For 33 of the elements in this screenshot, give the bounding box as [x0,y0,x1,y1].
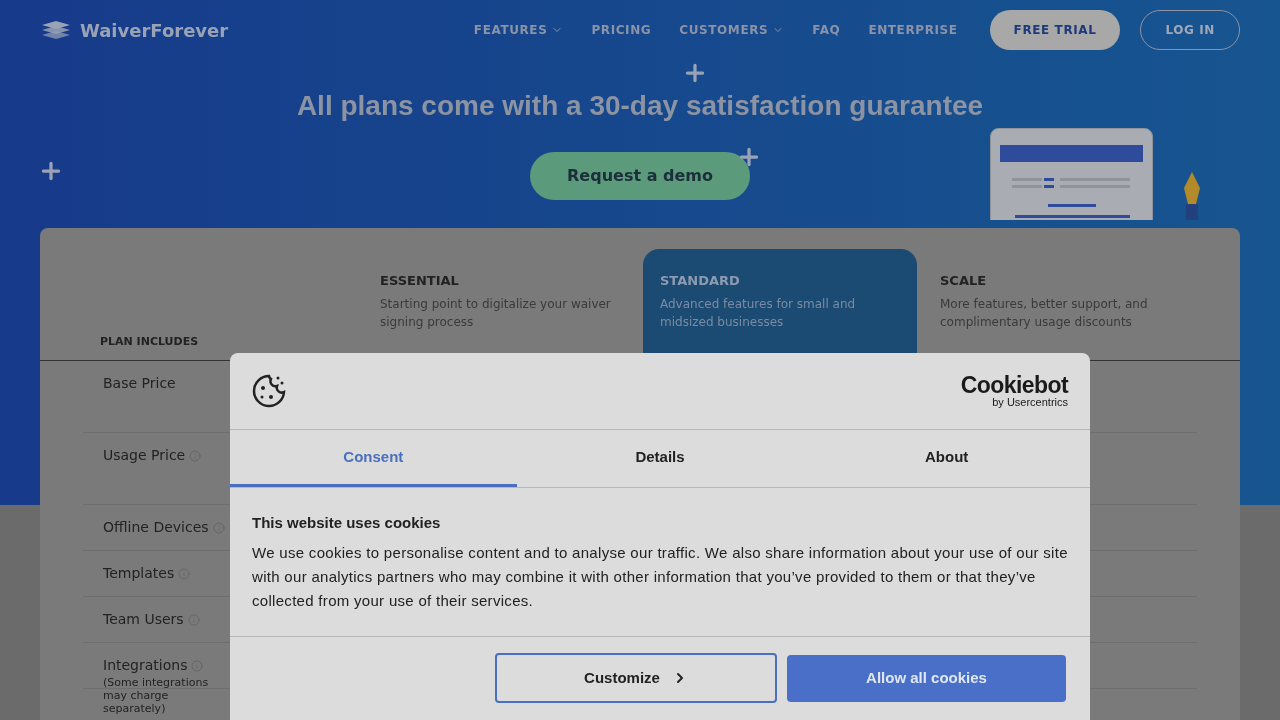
dialog-tab[interactable]: Consent [230,430,517,487]
nav-link[interactable]: PRICING [591,21,652,39]
nav-link[interactable]: FEATURES [473,21,564,39]
feature-label: Offline Devices [103,518,209,537]
nav-link[interactable]: CUSTOMERS [679,21,785,39]
plan-description: More features, better support, and complimentary usage discounts [940,295,1149,331]
plan-name: ESSENTIAL [380,272,460,290]
plan-description: Starting point to digitalize your waiver signing process [380,295,612,331]
allow-all-cookies-button[interactable]: Allow all cookies [787,655,1066,702]
cookie-icon [252,374,286,408]
dialog-tab[interactable]: About [803,430,1090,487]
brand-subtitle: by Usercentrics [992,397,1068,408]
brand-name: Cookiebot [960,374,1068,397]
feature-note: (Some integrations may charge separately) [103,676,210,715]
plan-includes-label: PLAN INCLUDES [100,333,199,350]
plan-name: SCALE [940,272,988,290]
free-trial-button[interactable]: FREE TRIAL [989,10,1121,50]
nav-link[interactable]: ENTERPRISE [868,21,958,39]
site-logo[interactable]: WaiverForever [80,16,229,44]
feature-label: Usage Price [103,446,186,465]
nav-link[interactable]: FAQ [812,21,841,39]
hero-title: All plans come with a 30-day satisfaction guarantee [295,89,985,123]
dialog-heading: This website uses cookies [252,513,442,533]
dialog-body-text: We use cookies to personalise content and to analyse our traffic. We also share information about your use of our site with our analytics partners who may combine it with other information that you’ve provided to them or that they’ve collected from your use of their services. [252,542,1068,611]
feature-label: Base Price [103,374,176,393]
plan-name: STANDARD [660,272,741,290]
dialog-tab[interactable]: Details [516,430,804,487]
request-demo-button[interactable]: Request a demo [530,152,750,200]
feature-label: Integrations [103,656,188,675]
customize-button[interactable]: Customize [495,653,777,703]
feature-label: Templates [103,564,175,583]
feature-label: Team Users [103,610,184,629]
plan-description: Advanced features for small and midsized businesses [660,295,857,331]
